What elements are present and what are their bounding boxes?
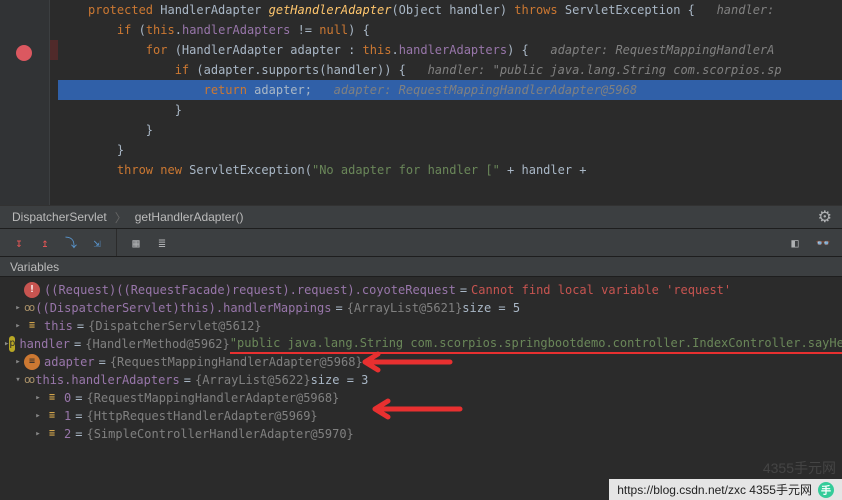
step-over-icon[interactable]: ↥ bbox=[34, 232, 56, 254]
var-icon: ≡ bbox=[24, 354, 40, 370]
debug-toolbar: ↧ ↥ ⤵ ⇲ ▦ ≣ ◧ 👓 bbox=[0, 229, 842, 257]
code-line[interactable]: return adapter; adapter: RequestMappingH… bbox=[58, 80, 842, 100]
variables-panel-title: Variables bbox=[0, 257, 842, 277]
variable-row[interactable]: ▾oothis.handlerAdapters={ArrayList@5622}… bbox=[4, 371, 842, 389]
chain-icon: oo bbox=[24, 371, 33, 389]
evaluate-icon[interactable]: ≣ bbox=[151, 232, 173, 254]
obj-icon: ≡ bbox=[44, 408, 60, 424]
force-step-icon[interactable]: ⇲ bbox=[86, 232, 108, 254]
breadcrumb-separator: 〉 bbox=[115, 209, 127, 226]
expand-twisty-icon[interactable]: ▸ bbox=[32, 425, 44, 443]
variable-row[interactable]: ▸oo((DispatcherServlet)this).handlerMapp… bbox=[4, 299, 842, 317]
breadcrumb-method[interactable]: getHandlerAdapter() bbox=[135, 210, 244, 224]
editor-gutter bbox=[0, 0, 50, 205]
expand-twisty-icon[interactable]: ▸ bbox=[12, 353, 24, 371]
param-icon: p bbox=[9, 336, 15, 352]
code-line[interactable]: } bbox=[58, 140, 842, 160]
code-content[interactable]: protected HandlerAdapter getHandlerAdapt… bbox=[50, 0, 842, 180]
expand-twisty-icon[interactable]: ▸ bbox=[12, 299, 24, 317]
footer-watermark: https://blog.csdn.net/zxc 4355手元网 手 bbox=[609, 479, 842, 500]
expand-twisty-icon[interactable]: ▸ bbox=[32, 407, 44, 425]
breadcrumb[interactable]: DispatcherServlet 〉 getHandlerAdapter() … bbox=[0, 205, 842, 229]
footer-logo-icon: 手 bbox=[818, 482, 834, 498]
code-line[interactable]: } bbox=[58, 120, 842, 140]
chain-icon: oo bbox=[24, 299, 33, 317]
breadcrumb-class[interactable]: DispatcherServlet bbox=[12, 210, 107, 224]
expand-twisty-icon[interactable]: ▾ bbox=[12, 371, 24, 389]
expand-twisty-icon[interactable]: ▸ bbox=[12, 317, 24, 335]
variable-row[interactable]: ▸≡1={HttpRequestHandlerAdapter@5969} bbox=[4, 407, 842, 425]
code-line[interactable]: for (HandlerAdapter adapter : this.handl… bbox=[58, 40, 842, 60]
variable-row[interactable]: !((Request)((RequestFacade)request).requ… bbox=[4, 281, 842, 299]
obj-icon: ≡ bbox=[44, 390, 60, 406]
variable-row[interactable]: ▸≡0={RequestMappingHandlerAdapter@5968} bbox=[4, 389, 842, 407]
code-editor[interactable]: protected HandlerAdapter getHandlerAdapt… bbox=[0, 0, 842, 205]
variable-row[interactable]: ▸≡this={DispatcherServlet@5612} bbox=[4, 317, 842, 335]
expand-twisty-icon[interactable]: ▸ bbox=[32, 389, 44, 407]
code-line[interactable]: throw new ServletException("No adapter f… bbox=[58, 160, 842, 180]
code-line[interactable]: if (this.handlerAdapters != null) { bbox=[58, 20, 842, 40]
obj-icon: ≡ bbox=[44, 426, 60, 442]
step-out-icon[interactable]: ↧ bbox=[8, 232, 30, 254]
variable-row[interactable]: ▸phandler={HandlerMethod@5962} "public j… bbox=[4, 335, 842, 353]
grid-icon[interactable]: ▦ bbox=[125, 232, 147, 254]
footer-url: https://blog.csdn.net/zxc 4355手元网 bbox=[617, 481, 812, 498]
err-icon: ! bbox=[24, 282, 40, 298]
code-line[interactable]: if (adapter.supports(handler)) { handler… bbox=[58, 60, 842, 80]
step-into-icon[interactable]: ⤵ bbox=[60, 232, 82, 254]
glasses-icon[interactable]: 👓 bbox=[812, 232, 834, 254]
code-line[interactable]: protected HandlerAdapter getHandlerAdapt… bbox=[58, 0, 842, 20]
variables-tree[interactable]: !((Request)((RequestFacade)request).requ… bbox=[0, 277, 842, 500]
gear-icon[interactable]: ⚙ bbox=[818, 207, 832, 227]
obj-icon: ≡ bbox=[24, 318, 40, 334]
variable-row[interactable]: ▸≡2={SimpleControllerHandlerAdapter@5970… bbox=[4, 425, 842, 443]
variable-row[interactable]: ▸≡adapter={RequestMappingHandlerAdapter@… bbox=[4, 353, 842, 371]
breakpoint-icon[interactable] bbox=[16, 45, 32, 61]
watermark-text: 4355手元网 bbox=[763, 458, 836, 478]
watch-list-icon[interactable]: ◧ bbox=[784, 232, 806, 254]
code-line[interactable]: } bbox=[58, 100, 842, 120]
